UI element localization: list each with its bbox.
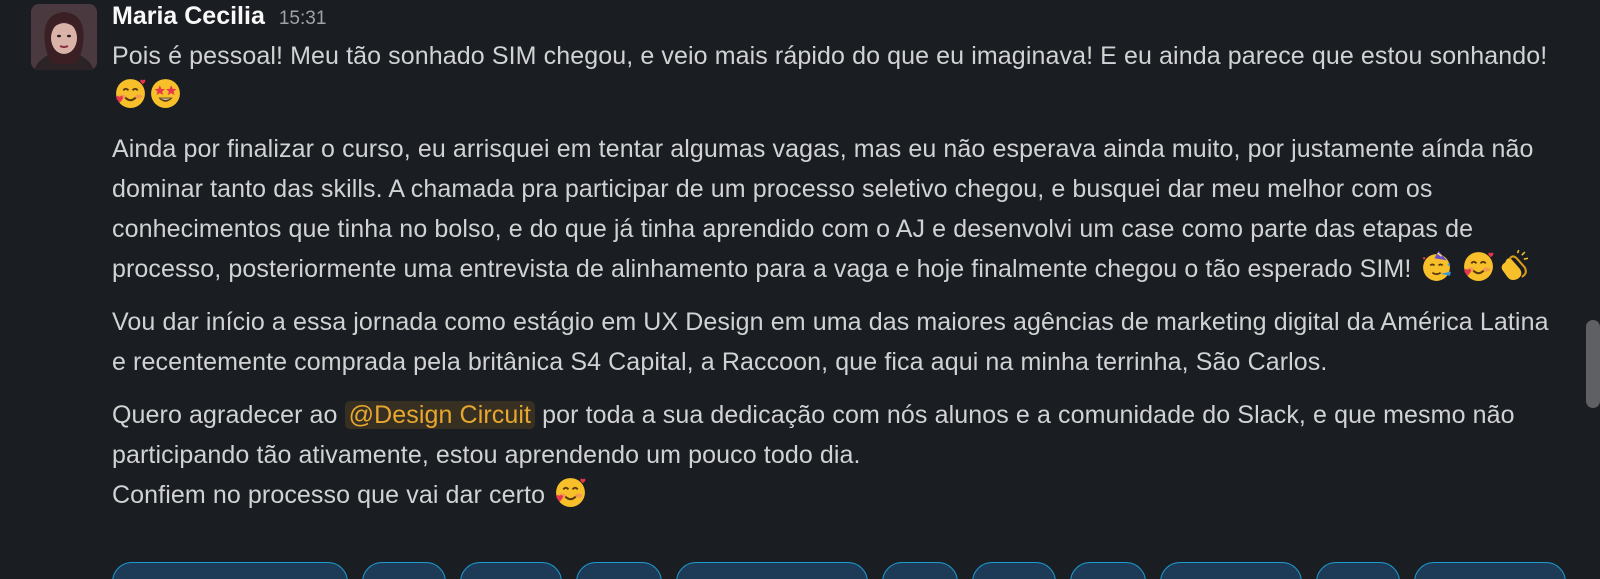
avatar[interactable]: [31, 4, 97, 70]
reactions-bar: [112, 562, 1566, 579]
reaction-pill[interactable]: [576, 562, 662, 579]
paragraph-text: Quero agradecer ao: [112, 401, 338, 429]
message-body: Pois é pessoal! Meu tão sonhado SIM cheg…: [112, 36, 1552, 515]
message-paragraph-2: Ainda por finalizar o curso, eu arrisque…: [112, 129, 1552, 289]
partying-face-icon[interactable]: [1420, 250, 1453, 283]
reaction-pill[interactable]: [676, 562, 868, 579]
reaction-pill[interactable]: [1160, 562, 1302, 579]
smiling-face-with-hearts-icon[interactable]: [114, 77, 147, 110]
message-timestamp[interactable]: 15:31: [279, 8, 327, 30]
paragraph-text: Ainda por finalizar o curso, eu arrisque…: [112, 135, 1534, 283]
message-content: Maria Cecilia 15:31 Pois é pessoal! Meu …: [112, 0, 1552, 515]
message-paragraph-1: Pois é pessoal! Meu tão sonhado SIM cheg…: [112, 36, 1552, 116]
reaction-pill[interactable]: [1316, 562, 1400, 579]
reaction-pill[interactable]: [882, 562, 958, 579]
paragraph-text: Confiem no processo que vai dar certo: [112, 481, 546, 509]
message-header: Maria Cecilia 15:31: [112, 2, 1552, 36]
scrollbar-thumb[interactable]: [1586, 320, 1600, 408]
reaction-pill[interactable]: [1414, 562, 1566, 579]
paragraph-text: Vou dar início a essa jornada como estág…: [112, 308, 1549, 376]
message-row: Maria Cecilia 15:31 Pois é pessoal! Meu …: [0, 0, 1600, 579]
clapping-hands-icon[interactable]: [1497, 250, 1530, 283]
reaction-pill[interactable]: [972, 562, 1056, 579]
reaction-pill[interactable]: [112, 562, 348, 579]
paragraph-text: Pois é pessoal! Meu tão sonhado SIM cheg…: [112, 42, 1548, 70]
author-name[interactable]: Maria Cecilia: [112, 2, 265, 31]
avatar-image: [31, 4, 97, 70]
message-paragraph-4: Quero agradecer ao @Design Circuit por t…: [112, 395, 1552, 515]
smiling-face-with-hearts-icon[interactable]: [1462, 250, 1495, 283]
star-struck-icon[interactable]: [149, 77, 182, 110]
smiling-face-with-hearts-icon[interactable]: [554, 476, 587, 509]
reaction-pill[interactable]: [1070, 562, 1146, 579]
reaction-pill[interactable]: [460, 562, 562, 579]
mention-design-circuit[interactable]: @Design Circuit: [344, 401, 536, 429]
message-paragraph-3: Vou dar início a essa jornada como estág…: [112, 302, 1552, 382]
reaction-pill[interactable]: [362, 562, 446, 579]
